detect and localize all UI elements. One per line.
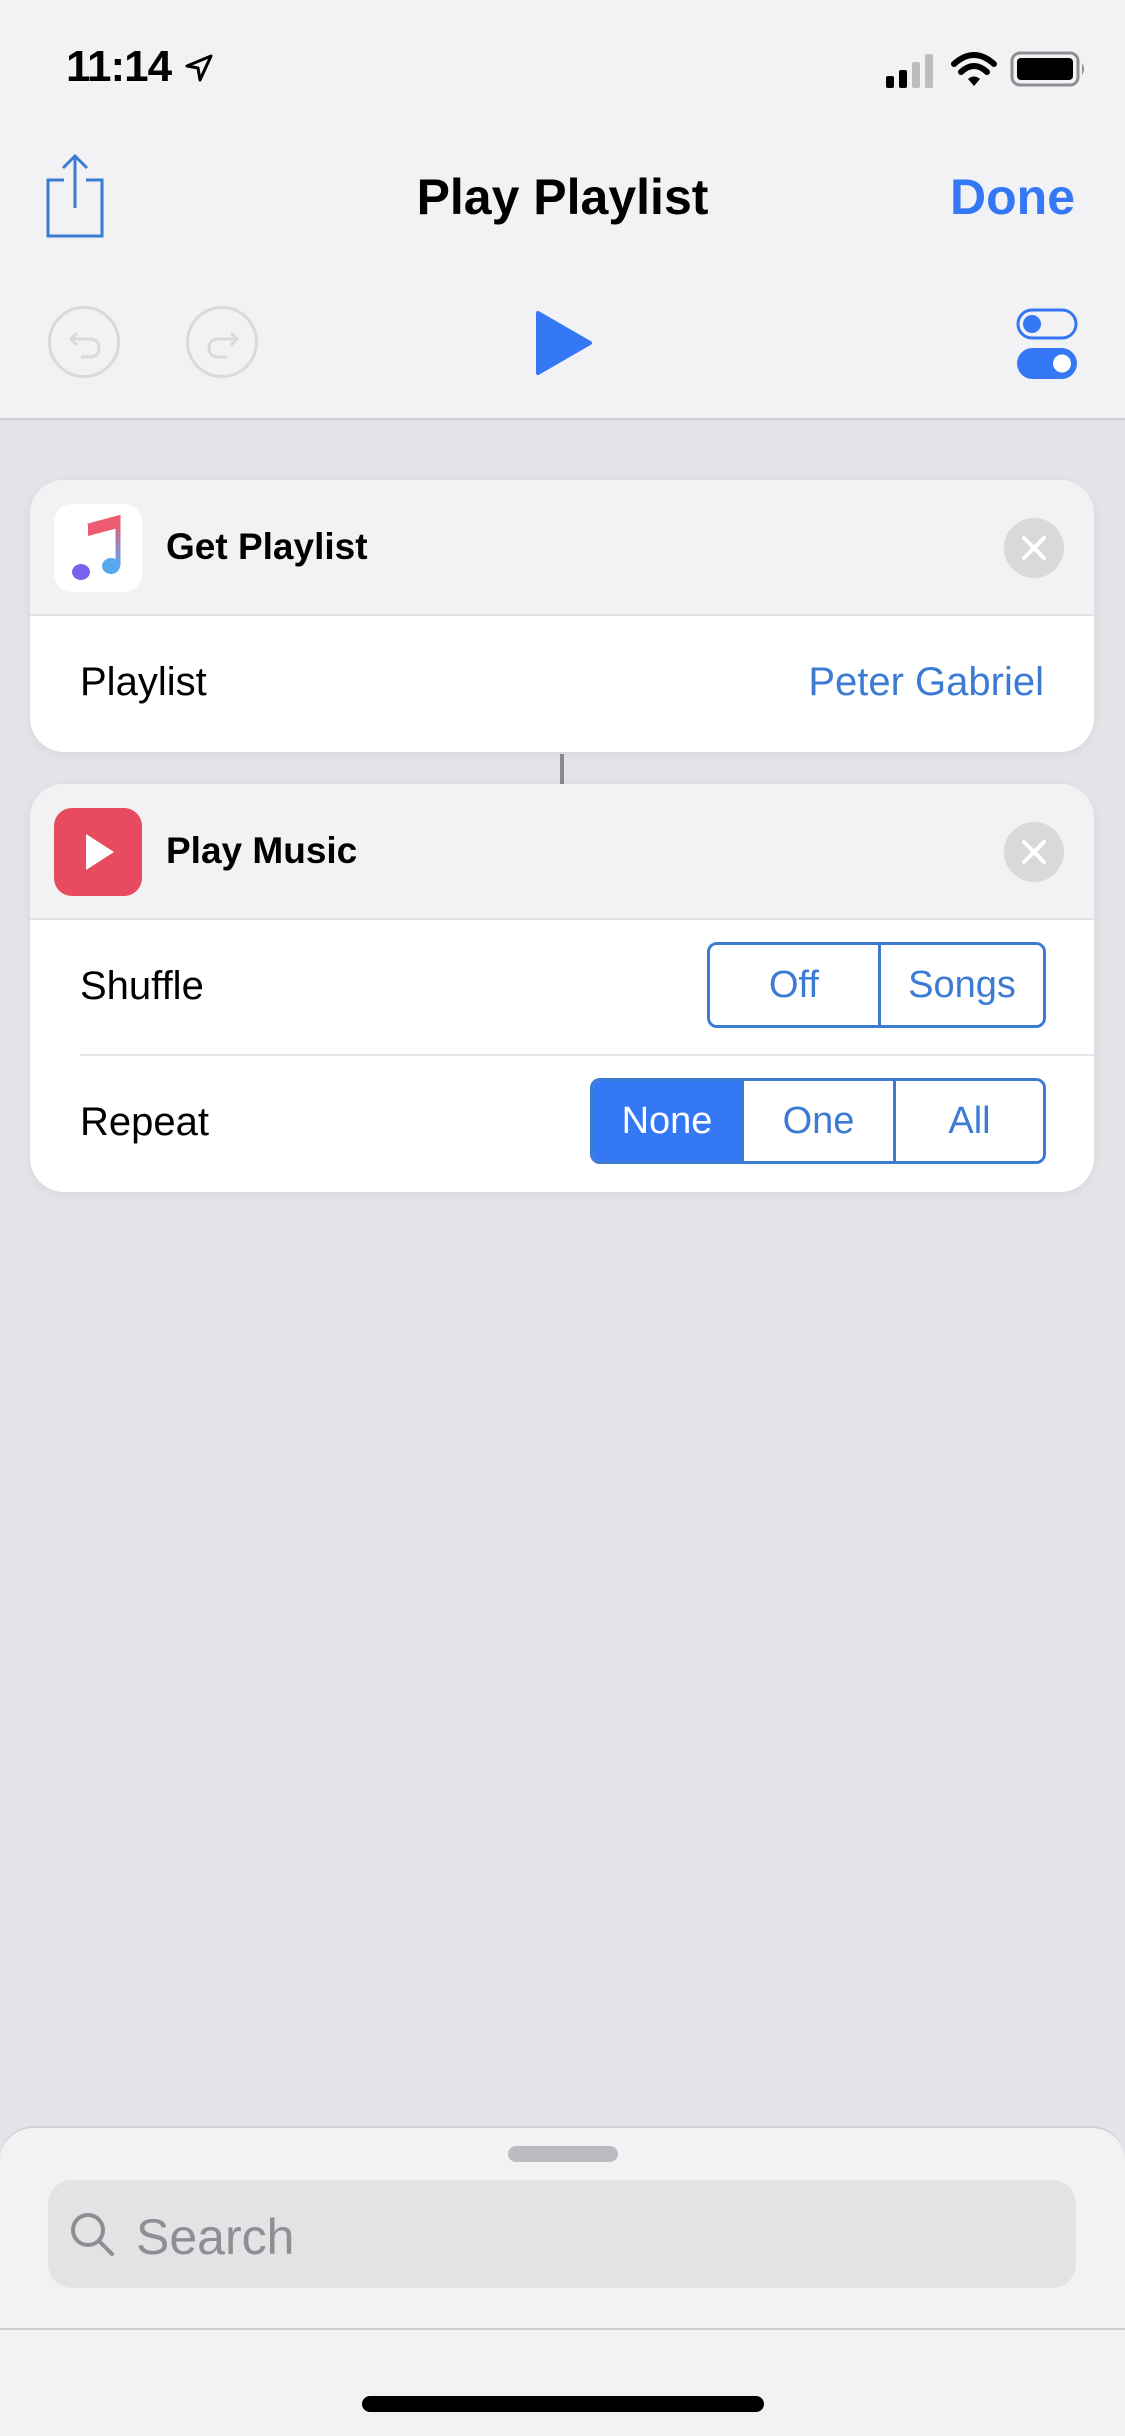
home-indicator[interactable] <box>362 2396 764 2412</box>
search-input[interactable]: Search <box>48 2180 1076 2288</box>
shuffle-segmented-control: Off Songs <box>707 942 1046 1028</box>
actions-bottom-sheet: Search <box>0 2126 1125 2436</box>
playlist-label: Playlist <box>80 660 207 704</box>
close-icon <box>1022 840 1046 864</box>
undo-button[interactable] <box>48 306 120 378</box>
repeat-row: Repeat None One All <box>30 1056 1094 1192</box>
wifi-icon <box>951 52 997 86</box>
repeat-option-one[interactable]: One <box>741 1081 893 1161</box>
play-music-icon <box>86 834 114 870</box>
search-icon <box>71 2213 114 2256</box>
redo-button[interactable] <box>186 306 258 378</box>
toggles-icon[interactable] <box>1016 308 1078 380</box>
repeat-segmented-control: None One All <box>590 1078 1046 1164</box>
undo-icon <box>68 331 101 359</box>
close-icon <box>1022 536 1046 560</box>
action-title: Get Playlist <box>166 526 368 567</box>
remove-action-button[interactable] <box>1004 822 1064 882</box>
action-card-get-playlist[interactable]: Get Playlist Playlist Peter Gabriel <box>30 480 1094 752</box>
sheet-divider <box>0 2328 1125 2330</box>
shuffle-row: Shuffle Off Songs <box>30 920 1094 1056</box>
sheet-grabber[interactable] <box>508 2146 618 2162</box>
music-note-icon <box>72 514 121 580</box>
battery-icon <box>1010 51 1084 87</box>
search-placeholder: Search <box>136 2209 295 2265</box>
playlist-row: Playlist Peter Gabriel <box>30 616 1094 752</box>
shuffle-option-songs[interactable]: Songs <box>878 945 1043 1025</box>
shuffle-option-off[interactable]: Off <box>710 945 878 1025</box>
playlist-value[interactable]: Peter Gabriel <box>808 660 1044 705</box>
repeat-option-none[interactable]: None <box>593 1081 741 1161</box>
play-music-app-icon <box>54 808 142 896</box>
redo-icon <box>207 331 240 359</box>
shuffle-label: Shuffle <box>80 964 204 1008</box>
music-app-icon <box>54 504 142 592</box>
top-bar: 11:14 Play Playlist Done <box>0 0 1125 420</box>
location-arrow-icon <box>185 54 213 82</box>
done-button[interactable]: Done <box>950 168 1075 226</box>
action-connector <box>560 754 564 784</box>
remove-action-button[interactable] <box>1004 518 1064 578</box>
status-time: 11:14 <box>66 42 172 91</box>
repeat-option-all[interactable]: All <box>893 1081 1043 1161</box>
play-button[interactable] <box>534 310 592 376</box>
action-header: Play Music <box>30 784 1094 920</box>
action-title: Play Music <box>166 830 358 871</box>
cellular-signal-icon <box>886 54 933 88</box>
action-card-play-music[interactable]: Play Music Shuffle Off Songs Repeat None… <box>30 784 1094 1192</box>
action-header: Get Playlist <box>30 480 1094 616</box>
repeat-label: Repeat <box>80 1100 209 1144</box>
